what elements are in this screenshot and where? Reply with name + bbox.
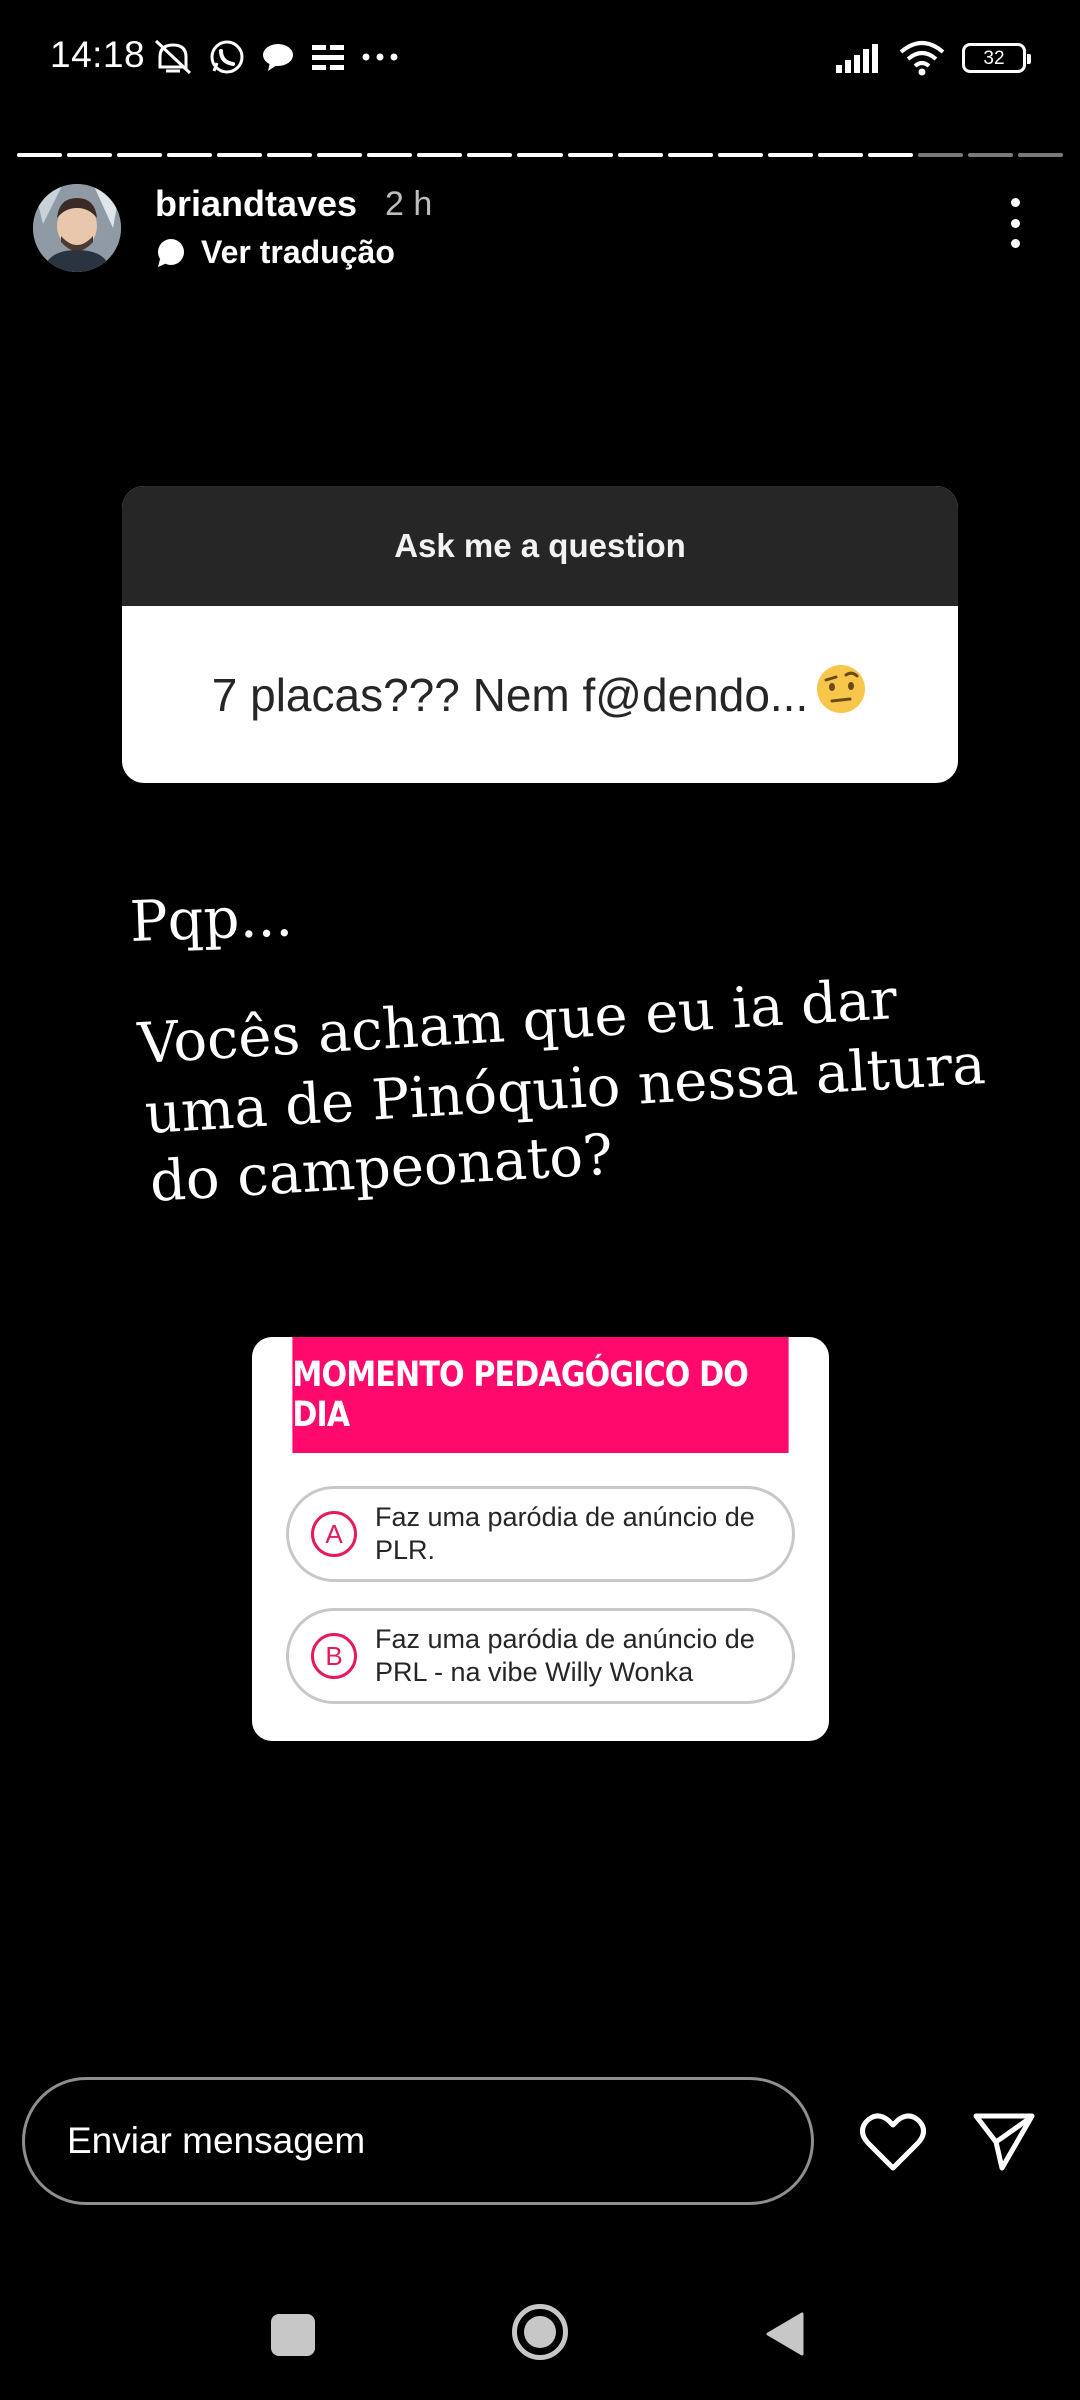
mute-icon: [154, 39, 192, 75]
story-progress-bar: [17, 153, 1063, 158]
quiz-option-b[interactable]: B Faz uma paródia de anúncio de PRL - na…: [286, 1608, 795, 1704]
send-paper-plane-icon[interactable]: [972, 2110, 1036, 2172]
status-system-icons: 32: [834, 36, 1031, 80]
recent-apps-icon[interactable]: [271, 2314, 315, 2356]
story-progress-segment: [417, 153, 463, 157]
raised-eyebrow-emoji-icon: [814, 662, 868, 727]
question-sticker-answer: 7 placas??? Nem f@dendo...: [122, 606, 958, 783]
quiz-options: A Faz uma paródia de anúncio de PLR. B F…: [252, 1453, 829, 1704]
story-progress-segment: [117, 153, 163, 157]
story-progress-segment: [1017, 153, 1063, 157]
quiz-option-a[interactable]: A Faz uma paródia de anúncio de PLR.: [286, 1486, 795, 1582]
story-progress-segment: [267, 153, 313, 157]
translate-label: Ver tradução: [201, 234, 395, 270]
battery-level: 32: [983, 47, 1005, 69]
quiz-title: MOMENTO PEDAGÓGICO DO DIA: [292, 1337, 789, 1453]
question-sticker: Ask me a question 7 placas??? Nem f@dend…: [122, 486, 958, 783]
back-icon[interactable]: [764, 2310, 806, 2358]
story-progress-segment: [217, 153, 263, 157]
wifi-icon: [899, 41, 945, 76]
quiz-option-letter: A: [311, 1511, 357, 1557]
question-sticker-header: Ask me a question: [122, 486, 958, 606]
avatar-image: [33, 184, 121, 272]
quiz-option-letter: B: [311, 1633, 357, 1679]
chat-bubble-icon: [263, 44, 293, 71]
story-progress-segment: [767, 153, 813, 157]
story-progress-segment: [867, 153, 913, 157]
story-progress-segment: [467, 153, 513, 157]
avatar[interactable]: [33, 184, 121, 272]
story-progress-segment: [717, 153, 763, 157]
status-time: 14:18: [50, 34, 146, 75]
home-icon[interactable]: [512, 2304, 568, 2360]
translate-bubble-icon: [158, 238, 184, 267]
story-progress-segment: [817, 153, 863, 157]
story-progress-segment: [367, 153, 413, 157]
quiz-option-text: Faz uma paródia de anúncio de PLR.: [375, 1502, 755, 1565]
more-options-icon[interactable]: [1008, 198, 1022, 248]
story-progress-segment: [567, 153, 613, 157]
more-notifications-icon: [362, 53, 398, 61]
android-nav-bar: [0, 2290, 1080, 2400]
story-username[interactable]: briandtaves: [155, 183, 357, 225]
story-time: 2 h: [385, 185, 433, 223]
like-heart-icon[interactable]: [860, 2112, 926, 2172]
story-progress-segment: [667, 153, 713, 157]
status-bar: 14:18 32: [0, 0, 1080, 110]
story-progress-segment: [517, 153, 563, 157]
story-progress-segment: [167, 153, 213, 157]
question-answer-text: 7 placas??? Nem f@dendo...: [211, 668, 809, 721]
story-progress-segment: [967, 153, 1013, 157]
news-icon: [312, 45, 344, 70]
signal-icon: [836, 44, 878, 73]
story-progress-segment: [17, 153, 63, 157]
story-progress-segment: [617, 153, 663, 157]
story-progress-segment: [917, 153, 963, 157]
story-progress-segment: [67, 153, 113, 157]
translate-button[interactable]: Ver tradução: [155, 234, 395, 271]
quiz-option-text: Faz uma paródia de anúncio de PRL - na v…: [375, 1624, 755, 1687]
quiz-sticker: MOMENTO PEDAGÓGICO DO DIA A Faz uma paró…: [252, 1337, 829, 1741]
status-notification-icons: [152, 34, 400, 80]
battery-icon: 32: [962, 43, 1031, 73]
story-progress-segment: [317, 153, 363, 157]
whatsapp-icon: [210, 40, 244, 74]
caption-line: Pqp...: [128, 884, 294, 955]
send-message-input[interactable]: Enviar mensagem: [22, 2077, 814, 2205]
